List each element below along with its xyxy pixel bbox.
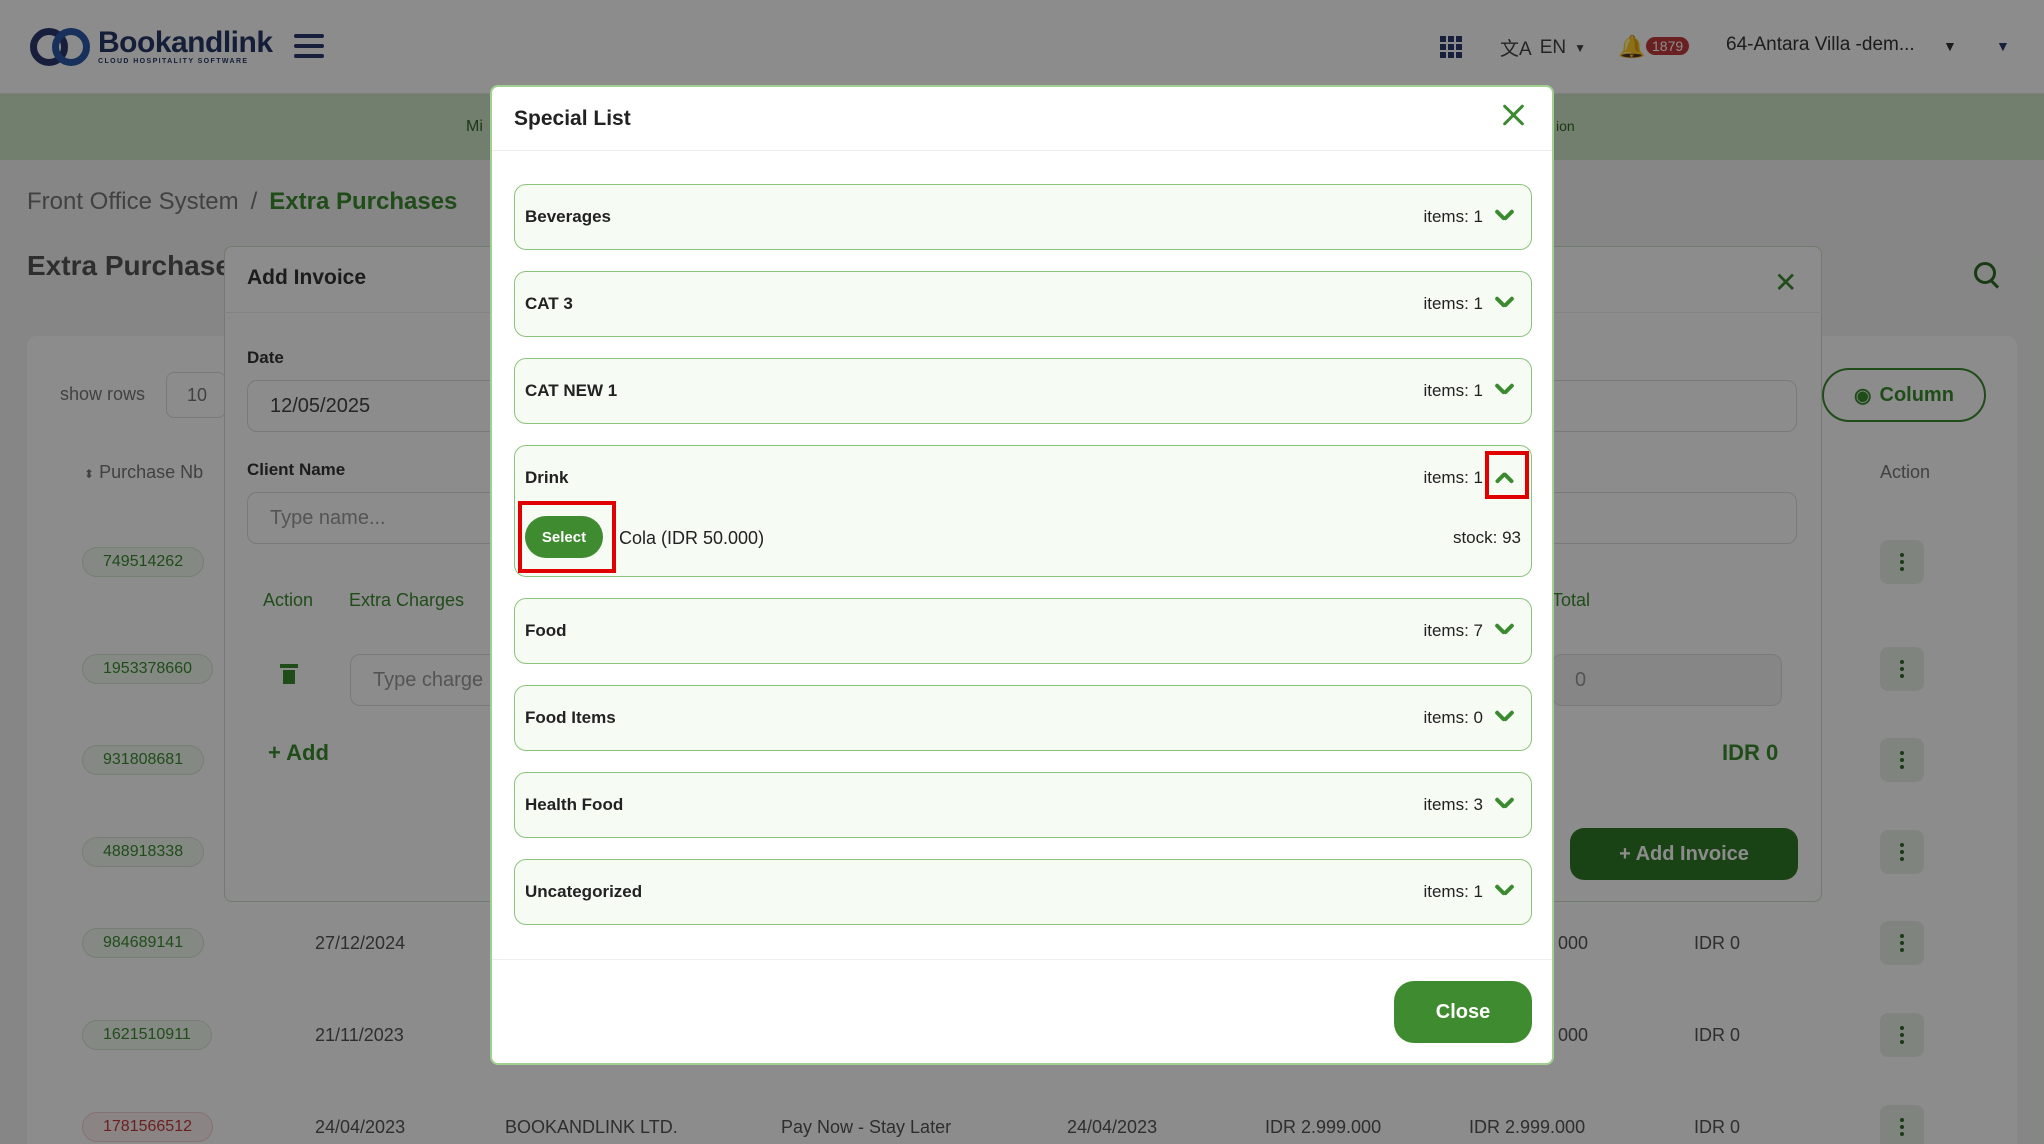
chevron-down-icon[interactable] bbox=[1495, 882, 1513, 900]
close-button[interactable]: Close bbox=[1394, 981, 1532, 1043]
chevron-down-icon[interactable] bbox=[1495, 207, 1513, 225]
category-item-count: items: 1 bbox=[1423, 882, 1483, 901]
category-cat-new-1[interactable]: CAT NEW 1 items: 1 bbox=[514, 358, 1532, 424]
special-list-title: Special List bbox=[514, 107, 631, 130]
category-item-count: items: 1 bbox=[1423, 381, 1483, 400]
chevron-down-icon[interactable] bbox=[1495, 294, 1513, 312]
category-name: Drink bbox=[525, 468, 569, 487]
category-food[interactable]: Food items: 7 bbox=[514, 598, 1532, 664]
category-item-count: items: 1 bbox=[1423, 468, 1483, 487]
category-name: CAT NEW 1 bbox=[525, 381, 618, 400]
category-drink[interactable]: Drink items: 1 Select Cola (IDR 50.000) … bbox=[514, 445, 1532, 577]
category-item-count: items: 1 bbox=[1423, 207, 1483, 226]
category-uncategorized[interactable]: Uncategorized items: 1 bbox=[514, 859, 1532, 925]
category-beverages[interactable]: Beverages items: 1 bbox=[514, 184, 1532, 250]
category-name: CAT 3 bbox=[525, 294, 573, 313]
category-name: Health Food bbox=[525, 795, 624, 814]
modal-header: Special List bbox=[492, 87, 1552, 151]
category-name: Beverages bbox=[525, 207, 612, 226]
category-name: Uncategorized bbox=[525, 882, 643, 901]
category-name: Food Items bbox=[525, 708, 616, 727]
close-icon[interactable] bbox=[1502, 103, 1526, 127]
category-item-count: items: 7 bbox=[1423, 621, 1483, 640]
category-name: Food bbox=[525, 621, 567, 640]
product-stock: stock: 93 bbox=[1452, 528, 1521, 547]
chevron-down-icon[interactable] bbox=[1495, 621, 1513, 639]
chevron-down-icon[interactable] bbox=[1495, 795, 1513, 813]
category-food-items[interactable]: Food Items items: 0 bbox=[514, 685, 1532, 751]
category-cat-3[interactable]: CAT 3 items: 1 bbox=[514, 271, 1532, 337]
special-list-modal: Special List Beverages items: 1 CAT 3 it… bbox=[490, 85, 1554, 1065]
divider bbox=[492, 959, 1552, 960]
chevron-down-icon[interactable] bbox=[1495, 708, 1513, 726]
category-item-count: items: 3 bbox=[1423, 795, 1483, 814]
product-name: Cola (IDR 50.000) bbox=[619, 528, 765, 548]
category-item-count: items: 0 bbox=[1423, 708, 1483, 727]
category-health-food[interactable]: Health Food items: 3 bbox=[514, 772, 1532, 838]
highlight-box bbox=[518, 501, 616, 573]
chevron-down-icon[interactable] bbox=[1495, 381, 1513, 399]
highlight-box bbox=[1485, 451, 1529, 499]
category-item-count: items: 1 bbox=[1423, 294, 1483, 313]
